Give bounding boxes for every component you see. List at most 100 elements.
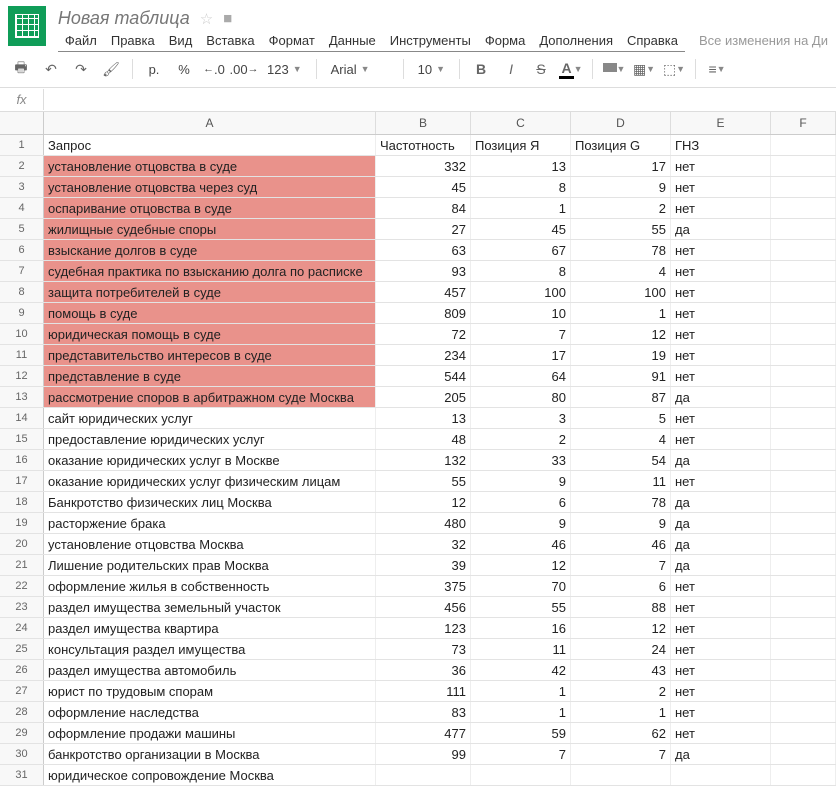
cell-C[interactable]: 80 [471,387,571,407]
bold-button[interactable]: B [468,57,494,81]
cell-F[interactable] [771,303,836,323]
cell-B[interactable]: 456 [376,597,471,617]
row-header[interactable]: 10 [0,324,44,344]
row-header[interactable]: 29 [0,723,44,743]
cell-D[interactable]: 43 [571,660,671,680]
cell-A[interactable]: юридическое сопровождение Москва [44,765,376,785]
cell-F[interactable] [771,723,836,743]
cell-D[interactable]: 100 [571,282,671,302]
menu-инструменты[interactable]: Инструменты [383,30,478,52]
fill-color-button[interactable]: ▼ [601,57,627,81]
row-header[interactable]: 20 [0,534,44,554]
cell-B[interactable] [376,765,471,785]
column-header-C[interactable]: C [471,112,571,134]
font-family-select[interactable]: Arial▼ [325,60,395,79]
cell-F[interactable] [771,681,836,701]
cell-E[interactable]: да [671,744,771,764]
cell-B[interactable]: 55 [376,471,471,491]
menu-справка[interactable]: Справка [620,30,685,52]
row-header[interactable]: 16 [0,450,44,470]
cell-D[interactable]: 12 [571,618,671,638]
cell-F[interactable] [771,282,836,302]
cell-D[interactable] [571,765,671,785]
cell-D[interactable]: 4 [571,261,671,281]
cell-D[interactable]: 54 [571,450,671,470]
row-header[interactable]: 13 [0,387,44,407]
cell-E[interactable]: нет [671,597,771,617]
cell-A[interactable]: Запрос [44,135,376,155]
cell-A[interactable]: консультация раздел имущества [44,639,376,659]
cell-C[interactable]: 3 [471,408,571,428]
cell-E[interactable]: нет [671,282,771,302]
cell-A[interactable]: оказание юридических услуг физическим ли… [44,471,376,491]
increase-decimal[interactable]: .00→ [231,57,257,81]
menu-правка[interactable]: Правка [104,30,162,52]
row-header[interactable]: 11 [0,345,44,365]
cell-A[interactable]: установление отцовства Москва [44,534,376,554]
horizontal-align-button[interactable]: ≡▼ [704,57,730,81]
cell-B[interactable]: 36 [376,660,471,680]
cell-B[interactable]: 457 [376,282,471,302]
cell-E[interactable]: нет [671,660,771,680]
cell-E[interactable]: нет [671,702,771,722]
cell-B[interactable]: 234 [376,345,471,365]
cell-B[interactable]: 544 [376,366,471,386]
cell-F[interactable] [771,366,836,386]
cell-B[interactable]: 480 [376,513,471,533]
menu-вставка[interactable]: Вставка [199,30,261,52]
borders-button[interactable]: ▦▼ [631,57,657,81]
column-header-A[interactable]: A [44,112,376,134]
cell-B[interactable]: 375 [376,576,471,596]
merge-cells-button[interactable]: ⬚▼ [661,57,687,81]
print-icon[interactable]: 🖶 [8,57,34,81]
cell-B[interactable]: 32 [376,534,471,554]
cell-C[interactable]: 42 [471,660,571,680]
row-header[interactable]: 24 [0,618,44,638]
cell-A[interactable]: Лишение родительских прав Москва [44,555,376,575]
cell-F[interactable] [771,345,836,365]
cell-D[interactable]: 24 [571,639,671,659]
row-header[interactable]: 18 [0,492,44,512]
cell-F[interactable] [771,660,836,680]
cell-F[interactable] [771,450,836,470]
cell-A[interactable]: взыскание долгов в суде [44,240,376,260]
cell-F[interactable] [771,471,836,491]
menu-форма[interactable]: Форма [478,30,533,52]
cell-A[interactable]: представление в суде [44,366,376,386]
cell-E[interactable]: да [671,387,771,407]
cell-D[interactable]: 91 [571,366,671,386]
cell-E[interactable]: да [671,492,771,512]
cell-C[interactable] [471,765,571,785]
text-color-button[interactable]: A▼ [558,57,584,81]
cell-B[interactable]: 63 [376,240,471,260]
cell-A[interactable]: рассмотрение споров в арбитражном суде М… [44,387,376,407]
cell-A[interactable]: установление отцовства в суде [44,156,376,176]
cell-A[interactable]: оформление продажи машины [44,723,376,743]
cell-C[interactable]: 9 [471,513,571,533]
cell-D[interactable]: 1 [571,303,671,323]
star-icon[interactable]: ☆ [200,10,213,28]
cell-D[interactable]: 78 [571,240,671,260]
cell-F[interactable] [771,555,836,575]
menu-данные[interactable]: Данные [322,30,383,52]
cell-D[interactable]: Позиция G [571,135,671,155]
cell-C[interactable]: 64 [471,366,571,386]
cell-B[interactable]: 93 [376,261,471,281]
cell-D[interactable]: 5 [571,408,671,428]
cell-C[interactable]: 33 [471,450,571,470]
menu-вид[interactable]: Вид [162,30,200,52]
cell-A[interactable]: оформление наследства [44,702,376,722]
cell-E[interactable]: нет [671,303,771,323]
cell-A[interactable]: помощь в суде [44,303,376,323]
cell-C[interactable]: 1 [471,198,571,218]
cell-D[interactable]: 2 [571,681,671,701]
cell-B[interactable]: 39 [376,555,471,575]
cell-D[interactable]: 46 [571,534,671,554]
cell-B[interactable]: 27 [376,219,471,239]
column-header-B[interactable]: B [376,112,471,134]
cell-C[interactable]: 9 [471,471,571,491]
cell-A[interactable]: оказание юридических услуг в Москве [44,450,376,470]
cell-C[interactable]: 55 [471,597,571,617]
cell-F[interactable] [771,219,836,239]
cell-C[interactable]: 7 [471,324,571,344]
